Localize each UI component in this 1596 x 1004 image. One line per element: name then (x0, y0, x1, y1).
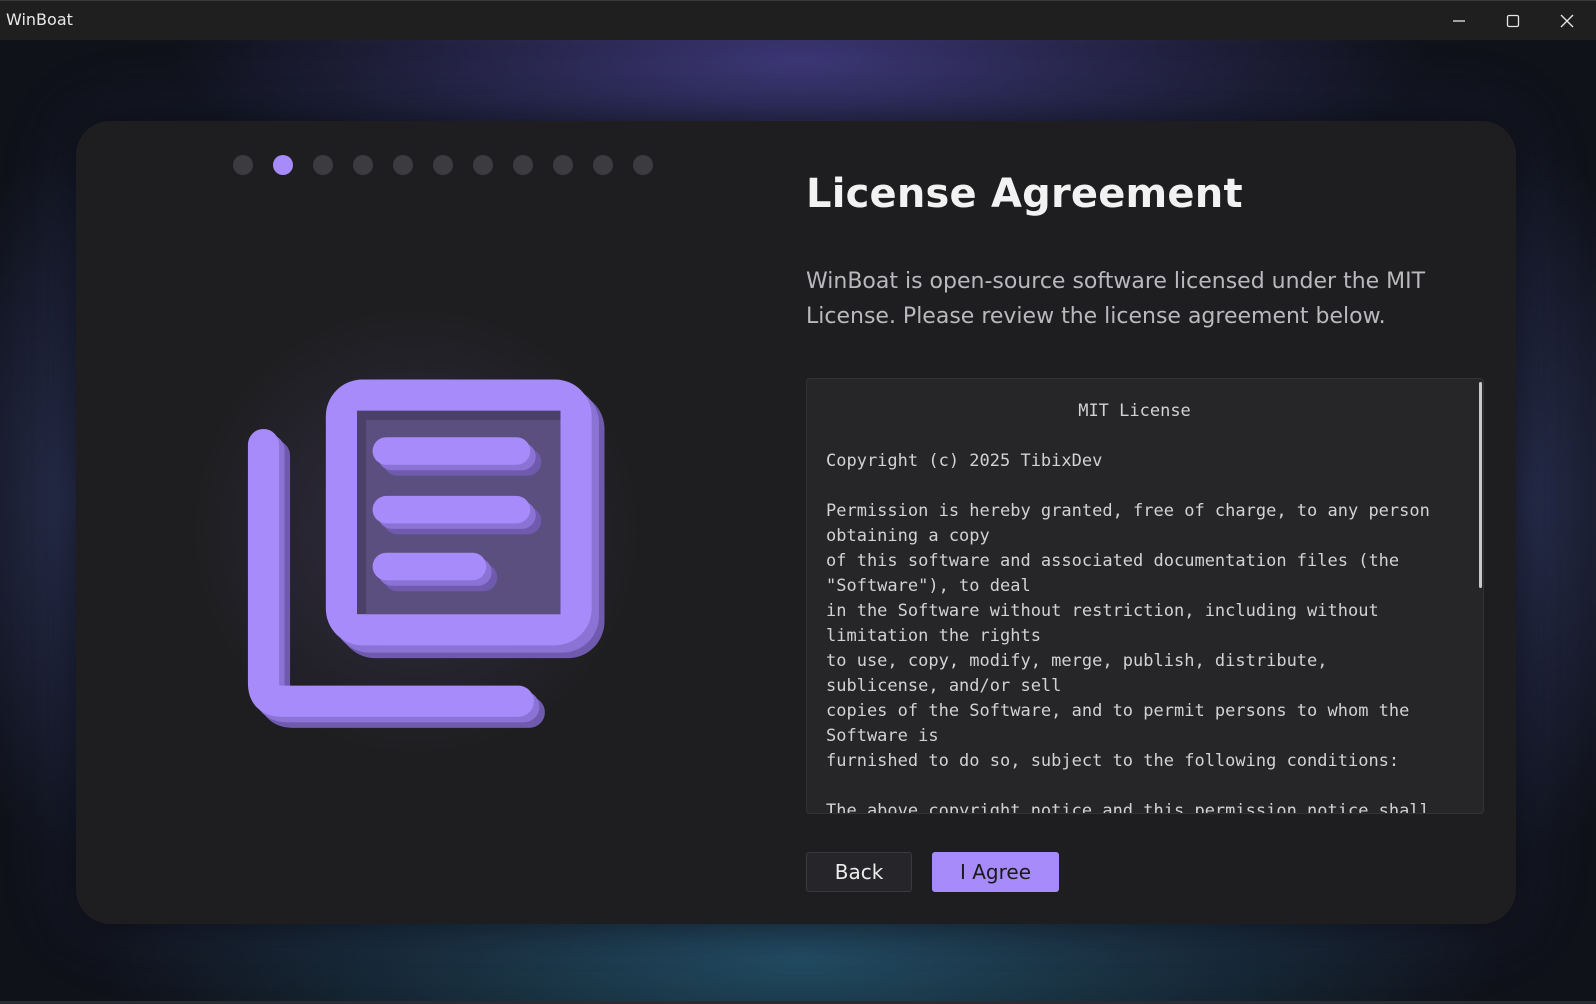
page-title: License Agreement (806, 171, 1243, 217)
page-description: WinBoat is open-source software licensed… (806, 269, 1426, 329)
maximize-button[interactable] (1486, 1, 1540, 41)
minimize-icon (1453, 20, 1465, 22)
window-title: WinBoat (6, 10, 73, 29)
document-stack-icon (247, 379, 605, 728)
setup-wizard-card: License Agreement WinBoat is open-source… (76, 121, 1516, 924)
step-dot (473, 155, 493, 175)
license-text-area[interactable]: MIT License Copyright (c) 2025 TibixDev … (806, 378, 1484, 814)
step-dot (593, 155, 613, 175)
step-dot-active (273, 155, 293, 175)
license-body: Copyright (c) 2025 TibixDev Permission i… (826, 451, 1430, 814)
license-content: MIT License Copyright (c) 2025 TibixDev … (807, 379, 1483, 814)
back-button[interactable]: Back (806, 852, 912, 892)
minimize-button[interactable] (1432, 1, 1486, 41)
step-dot (513, 155, 533, 175)
app-window: WinBoat License Agreement WinBoat is ope… (0, 0, 1596, 1004)
step-indicator (233, 155, 653, 175)
step-dot (353, 155, 373, 175)
step-dot (433, 155, 453, 175)
license-scrollbar[interactable] (1479, 382, 1482, 588)
step-dot (553, 155, 573, 175)
step-dot (313, 155, 333, 175)
step-dot (393, 155, 413, 175)
title-bar: WinBoat (0, 0, 1596, 40)
close-button[interactable] (1540, 1, 1594, 41)
license-heading: MIT License (1078, 401, 1191, 421)
agree-button[interactable]: I Agree (932, 852, 1059, 892)
maximize-icon (1506, 14, 1520, 28)
step-dot (633, 155, 653, 175)
step-dot (233, 155, 253, 175)
close-icon (1560, 14, 1574, 28)
